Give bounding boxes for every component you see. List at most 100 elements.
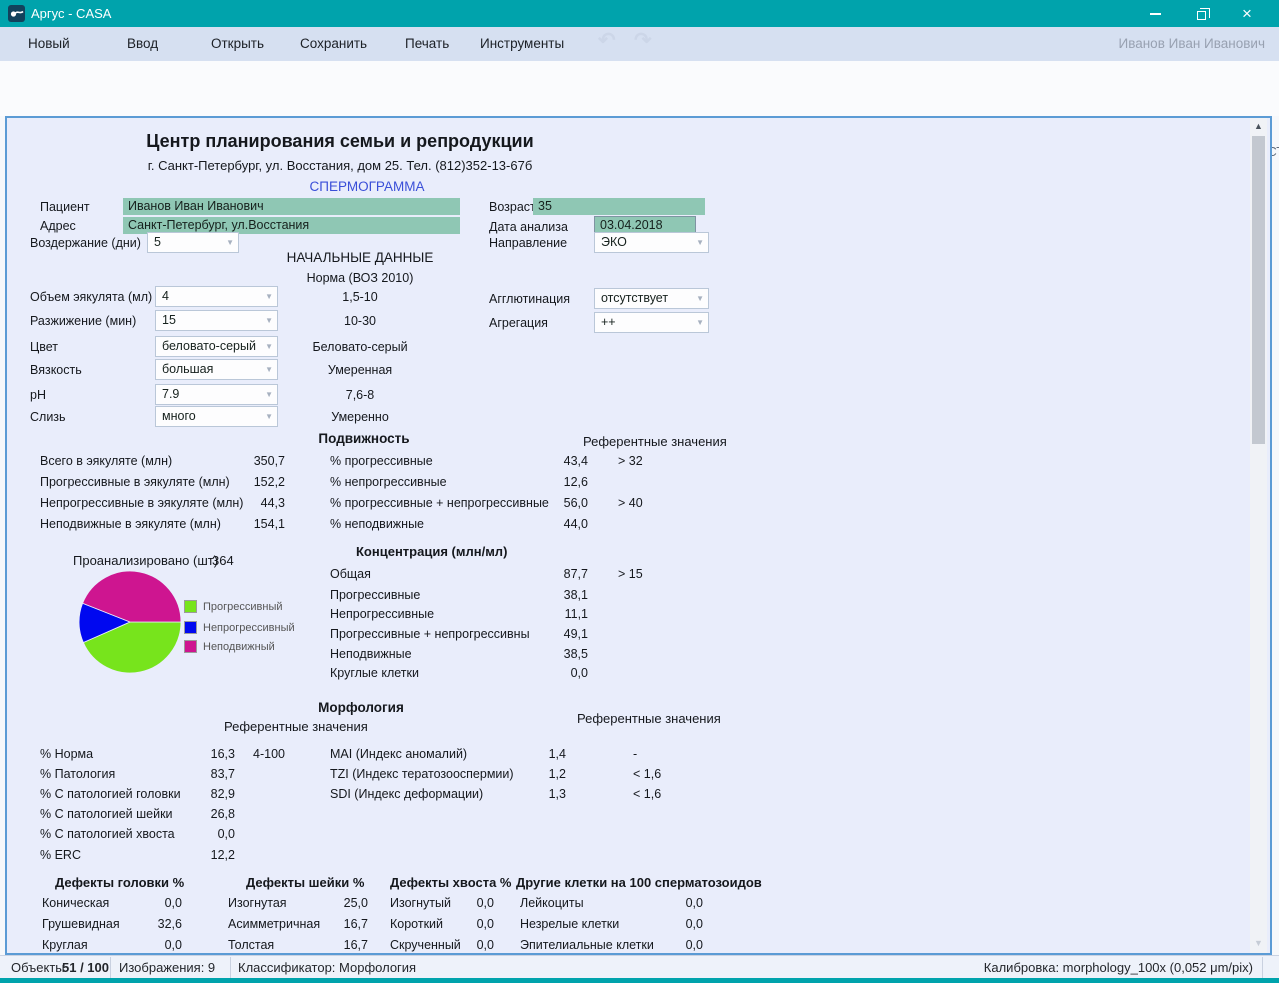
chevron-down-icon: ▼ (696, 294, 704, 303)
close-icon: × (1242, 5, 1252, 22)
analysis-date-value: 03.04.2018 (600, 218, 663, 232)
concentration-label: Прогрессивные (330, 588, 420, 602)
index-ref: < 1,6 (633, 767, 661, 781)
defect-label: Изогнутая (228, 896, 287, 910)
volume-dropdown[interactable]: 4▼ (155, 286, 278, 307)
total-value: 44,3 (180, 496, 285, 510)
menu-instruments[interactable]: Инструменты (480, 36, 564, 51)
norm-value: Умеренная (280, 363, 440, 377)
morphology-title: Морфология (281, 700, 441, 715)
concentration-value: 87,7 (470, 567, 588, 581)
table-row: % С патологией хвоста 0,0 (0, 827, 1279, 844)
table-row: Неподвижные 38,5 (0, 647, 1279, 664)
norm-value: 7,6-8 (280, 388, 440, 402)
index-label: SDI (Индекс деформации) (330, 787, 483, 801)
minimize-button[interactable] (1132, 0, 1178, 27)
table-row: Круглые клетки 0,0 (0, 666, 1279, 683)
index-ref: - (633, 747, 637, 761)
defect-value: 16,7 (306, 938, 368, 952)
concentration-value: 0,0 (470, 666, 588, 680)
morph-label: % Норма (40, 747, 93, 761)
initial-row-label: Слизь (30, 410, 66, 424)
concentration-value: 38,1 (470, 588, 588, 602)
other-cells-label: Лейкоциты (520, 896, 584, 910)
menu-open[interactable]: Открыть (211, 36, 264, 51)
total-label: Всего в эякуляте (млн) (40, 454, 172, 468)
morph-value: 82,9 (150, 787, 235, 801)
defect-value: 25,0 (306, 896, 368, 910)
table-row: Непрогрессивные 11,1 (0, 607, 1279, 624)
norm-value: 1,5-10 (280, 290, 440, 304)
concentration-value: 38,5 (470, 647, 588, 661)
undo-icon[interactable]: ↶ (598, 28, 616, 53)
chevron-down-icon: ▼ (265, 292, 273, 301)
current-user: Иванов Иван Иванович (1119, 36, 1266, 51)
titlebar: Аргус - CASA × (0, 0, 1279, 27)
liquefaction-dropdown[interactable]: 15▼ (155, 310, 278, 331)
abstinence-label: Воздержание (дни) (30, 236, 141, 250)
ph-dropdown[interactable]: 7.9▼ (155, 384, 278, 405)
defect-label: Коническая (42, 896, 109, 910)
table-row: % Патология 83,7 TZI (Индекс тератозоосп… (0, 767, 1279, 784)
menu-print[interactable]: Печать (405, 36, 449, 51)
patient-name-value: Иванов Иван Иванович (128, 199, 264, 213)
objects-count: 51 / 100 (62, 960, 109, 975)
index-label: MAI (Индекс аномалий) (330, 747, 467, 761)
concentration-label: Общая (330, 567, 371, 581)
motility-label: % прогрессивные (330, 454, 433, 468)
abstinence-dropdown[interactable]: 5▼ (147, 232, 239, 253)
chevron-down-icon: ▼ (265, 316, 273, 325)
scrollbar-up-icon[interactable]: ▲ (1250, 121, 1267, 131)
motility-ref: > 40 (618, 496, 643, 510)
motility-title: Подвижность (284, 431, 444, 446)
chevron-down-icon: ▼ (226, 238, 234, 247)
index-value: 1,4 (480, 747, 566, 761)
patient-name-field[interactable]: Иванов Иван Иванович (123, 198, 460, 215)
norm-title: Норма (ВОЗ 2010) (280, 271, 440, 285)
defect-value: 0,0 (120, 938, 182, 952)
referral-value: ЭКО (601, 235, 627, 249)
scrollbar-down-icon[interactable]: ▼ (1250, 938, 1267, 948)
concentration-ref: > 15 (618, 567, 643, 581)
viscosity-dropdown[interactable]: большая▼ (155, 359, 278, 380)
index-value: 1,3 (480, 787, 566, 801)
table-row: Неподвижные в эякуляте (млн) 154,1 % неп… (0, 517, 1279, 534)
table-row: Прогрессивные + непрогрессивны 49,1 (0, 627, 1279, 644)
minimize-icon (1150, 13, 1161, 15)
aggregation-dropdown[interactable]: ++▼ (594, 312, 709, 333)
chevron-down-icon: ▼ (265, 365, 273, 374)
chevron-down-icon: ▼ (265, 412, 273, 421)
tail-defects-title: Дефекты хвоста % (390, 875, 512, 890)
index-ref: < 1,6 (633, 787, 661, 801)
other-cells-value: 0,0 (641, 938, 703, 952)
initial-row-label: Вязкость (30, 363, 82, 377)
defect-label: Круглая (42, 938, 88, 952)
menu-new[interactable]: Новый (28, 36, 70, 51)
reference-title-right: Референтные значения (577, 711, 721, 726)
motility-label: % неподвижные (330, 517, 424, 531)
agglutination-label: Агглютинация (489, 292, 570, 306)
motility-value: 56,0 (470, 496, 588, 510)
scrollbar-thumb[interactable] (1252, 136, 1265, 444)
color-dropdown[interactable]: беловато-серый▼ (155, 336, 278, 357)
menu-save[interactable]: Сохранить (300, 36, 367, 51)
norm-value: Беловато-серый (280, 340, 440, 354)
age-field[interactable]: 35 (533, 198, 705, 215)
head-defects-title: Дефекты головки % (55, 875, 184, 890)
referral-dropdown[interactable]: ЭКО▼ (594, 232, 709, 253)
menu-input[interactable]: Ввод (127, 36, 158, 51)
clinic-name: Центр планирования семьи и репродукции (100, 131, 580, 152)
restore-button[interactable] (1178, 0, 1224, 27)
mucus-dropdown[interactable]: много▼ (155, 406, 278, 427)
norm-value: 10-30 (280, 314, 440, 328)
redo-icon[interactable]: ↷ (634, 28, 652, 53)
analyzed-label: Проанализировано (шт) (73, 553, 218, 568)
concentration-label: Неподвижные (330, 647, 412, 661)
agglutination-dropdown[interactable]: отсутствует▼ (594, 288, 709, 309)
defect-value: 0,0 (120, 896, 182, 910)
motility-ref: > 32 (618, 454, 643, 468)
clinic-address: г. Санкт-Петербург, ул. Восстания, дом 2… (100, 158, 580, 173)
close-button[interactable]: × (1224, 0, 1270, 27)
defect-value: 0,0 (432, 938, 494, 952)
images-count: Изображения: 9 (119, 960, 215, 975)
